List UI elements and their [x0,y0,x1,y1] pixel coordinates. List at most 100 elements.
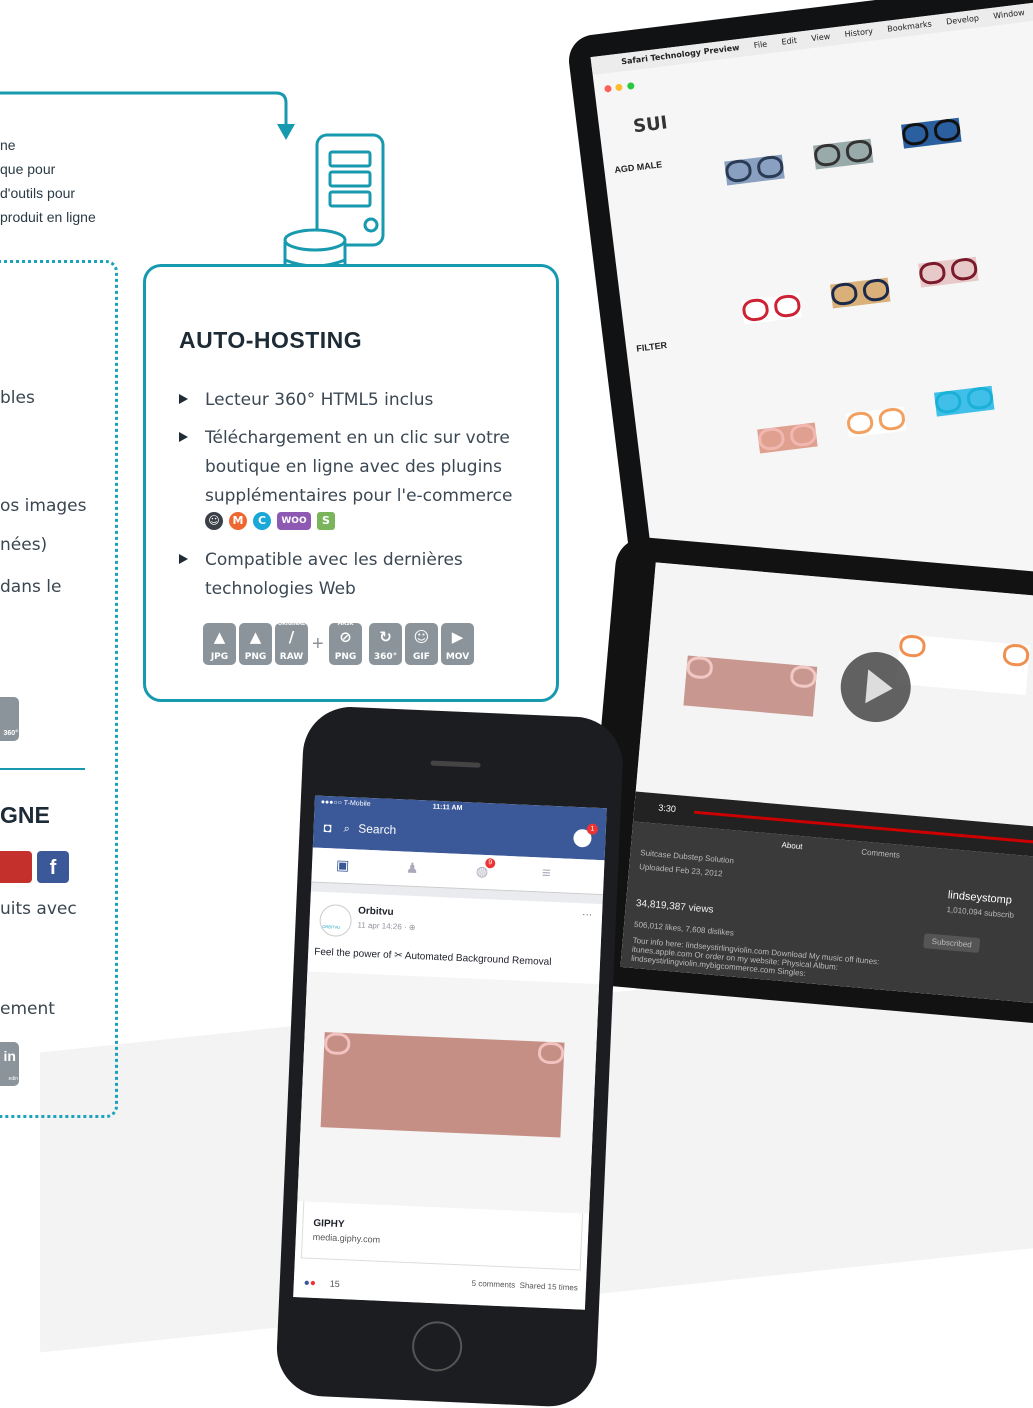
product-thumb[interactable] [845,406,907,438]
left-line: uits avec [0,899,77,919]
feature-text: Lecteur 360° HTML5 inclus [205,390,434,410]
menu-icon[interactable]: ≡ [542,865,551,882]
video-uploaded: Uploaded Feb 23, 2012 [638,862,723,879]
bullet-triangle-icon [179,394,188,404]
product-thumb[interactable] [830,277,891,309]
notifications-badge: 9 [485,858,496,869]
post-author[interactable]: Orbitvu [358,906,394,919]
format-label: PNG [244,652,267,662]
mov-format-icon: ▶ MOV [441,623,474,665]
video-description: Tour info here: lindseystirlingviolin.co… [630,935,880,979]
filter-heading: FILTER [635,340,668,354]
product-thumb[interactable] [918,256,979,288]
category-heading: AGD MALE [613,159,663,176]
menu-item[interactable]: Window [993,8,1025,21]
menu-item[interactable]: Develop [946,14,980,27]
format-label: PNG [334,652,357,662]
channel-subs: 1,010,094 subscrib [946,905,1015,920]
post-more-icon[interactable]: ··· [582,909,592,920]
smartphone-device: ●●●○○ T-Mobile 11:11 AM ◘ ⌕ Search 1 ▣ ♟… [274,705,625,1408]
feature-text: Téléchargement en un clic sur votre [205,428,510,448]
fb-post: ORBITVU Orbitvu 11 apr 14:26 · ⊕ ··· Fee… [293,891,603,1310]
format-label: RAW [279,652,304,662]
feature-item: Lecteur 360° HTML5 inclus [179,387,433,413]
linkedin-label: edin [8,1076,18,1082]
product-thumb[interactable] [812,138,874,170]
carrier-text: ●●●○○ T-Mobile [320,798,371,808]
product-thumb[interactable] [757,422,818,454]
left-line: bles [0,388,35,408]
search-icon: ⌕ [343,822,351,836]
friends-icon[interactable]: ♟ [406,860,419,878]
tab-about[interactable]: About [781,840,803,851]
post-stats[interactable]: 5 comments Shared 15 times [471,1279,578,1293]
format-label: JPG [210,652,229,662]
menu-item[interactable]: Edit [781,36,797,47]
menu-item[interactable]: History [844,27,873,39]
bullet-triangle-icon [179,554,188,564]
shoper-icon: C [253,512,271,530]
menu-item[interactable]: View [811,32,831,43]
format-tag: ORIGINAL [277,621,306,627]
link-preview[interactable]: GIPHY media.giphy.com [300,1201,584,1271]
linkedin-icon: in edin [0,1042,19,1086]
tablet-screen: 3:30 About Comments Suitcase Dubstep Sol… [620,562,1033,1008]
menu-item[interactable]: Bookmarks [887,19,932,33]
video-glasses-orange [896,633,1030,696]
video-player [635,562,1033,833]
news-feed-icon[interactable]: ▣ [336,857,350,875]
badge-360-label: 360° [3,730,18,737]
shop-logo[interactable]: SUI [632,112,669,137]
subscribed-button[interactable]: Subscribed [923,933,981,954]
product-thumb[interactable] [741,293,802,325]
menu-item[interactable]: Safari Technology Preview [621,43,740,66]
tab-comments[interactable]: Comments [861,847,900,859]
youtube-icon [0,851,32,883]
feature-text: technologies Web [205,579,356,599]
png-format-icon: ▲ PNG [239,623,272,665]
mask-png-format-icon: MASK ⊘ PNG [329,621,362,665]
product-thumb[interactable] [724,154,785,186]
product-thumb[interactable] [901,117,962,149]
reactions-icon: ●● [303,1277,317,1290]
page-avatar[interactable]: ORBITVU [318,903,353,938]
product-thumb[interactable] [933,385,995,417]
left-heading: GNE [0,802,50,828]
channel-name[interactable]: lindseystomp [947,889,1012,907]
feature-text: supplémentaires pour l'e-commerce [205,486,513,506]
left-line: ement [0,999,55,1019]
feature-text: boutique en ligne avec des plugins [205,457,502,477]
prestashop-icon: ☺ [205,512,223,530]
camera-icon[interactable]: ◘ [323,820,332,835]
menu-item[interactable]: File [753,40,767,51]
video-likes: 506,012 likes, 7,608 dislikes [633,919,735,938]
jpg-format-icon: ▲ JPG [203,623,236,665]
home-button[interactable] [411,1320,464,1373]
clock-text: 11:11 AM [432,803,463,812]
auto-hosting-card: AUTO-HOSTING Lecteur 360° HTML5 inclus T… [143,264,559,702]
safari-menu-bar: Safari Technology Preview File Edit View… [590,0,1033,76]
left-line: dans le [0,577,62,597]
post-image[interactable] [297,971,600,1214]
feature-item: Téléchargement en un clic sur votre bout… [179,425,512,509]
post-text: Feel the power of ✂ Automated Background… [313,946,552,968]
left-line: nées) [0,535,48,555]
gif-format-icon: ☺ GIF [405,623,438,665]
messenger-badge: 1 [586,823,599,835]
left-intro: ne que pour d'outils pour produit en lig… [0,135,96,225]
format-label: MOV [445,652,470,662]
magento-icon: M [229,512,247,530]
search-placeholder: Search [357,821,397,838]
woocommerce-icon: WOO [277,512,311,530]
video-views: 34,819,387 views [635,897,714,916]
left-intro-line: d'outils pour [0,185,76,201]
bullet-triangle-icon [179,432,188,442]
search-bar[interactable]: ⌕ Search [343,819,534,847]
link-title: GIPHY [313,1217,345,1231]
card-title: AUTO-HOSTING [179,327,363,353]
reactions-count: 15 [329,1278,341,1290]
raw-format-icon: ORIGINAL / RAW [275,621,308,665]
left-intro-line: produit en ligne [0,209,96,225]
left-intro-line: que pour [0,161,56,177]
shopify-icon: S [317,512,335,530]
